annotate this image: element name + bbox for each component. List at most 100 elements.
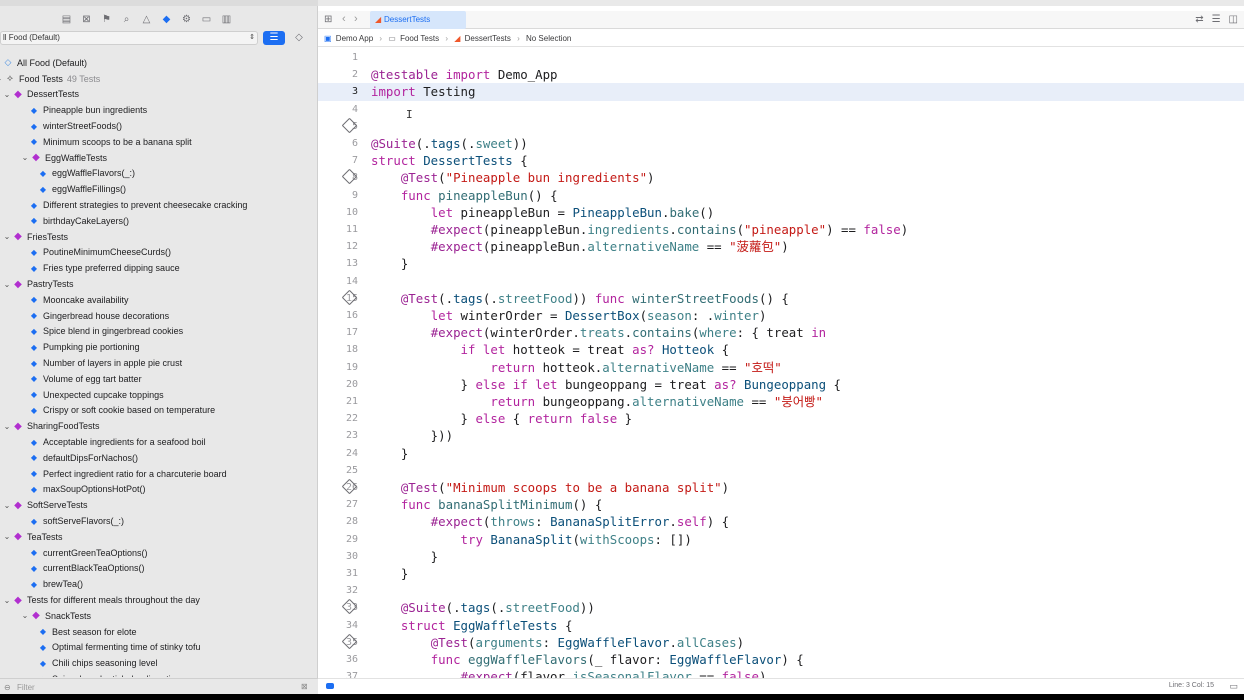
code-line[interactable]: 7 struct DessertTests { [318,152,1244,169]
suite-row[interactable]: ⌄ ◆ EggWaffleTests [20,150,107,166]
code-line[interactable]: 3 import Testing [318,83,1244,101]
test-row[interactable]: ◆ softServeFlavors(_:) [28,513,124,529]
test-row[interactable]: ◆ PoutineMinimumCheeseCurds() [28,245,171,261]
code-line[interactable]: 1 [318,49,1244,66]
test-plan-select[interactable]: ll Food (Default) ⇕ [0,31,258,45]
clear-filter-icon[interactable]: ⊠ [301,682,308,691]
breakpoint-icon[interactable]: ▭ [200,13,213,26]
code-line[interactable]: 22 } else { return false } [318,410,1244,427]
test-row[interactable]: ◆ Pineapple bun ingredients [28,102,147,118]
test-row[interactable]: ◆ Acceptable ingredients for a seafood bo… [28,434,206,450]
disclosure-chevron-icon[interactable]: ⌄ [2,501,12,510]
code-line[interactable]: 19 return hotteok.alternativeName == "호떡… [318,359,1244,376]
code-line[interactable]: 4 [318,101,1244,118]
bookmark-icon[interactable]: ⚑ [100,13,113,26]
code-line[interactable]: 2 @testable import Demo_App [318,66,1244,83]
code-line[interactable]: 6 @Suite(.tags(.sweet)) [318,135,1244,152]
test-row[interactable]: ◆ Crispy or soft cookie based on temperat… [28,403,215,419]
disclosure-chevron-icon[interactable]: ⌄ [20,611,30,620]
code-line[interactable]: 12 #expect(pineappleBun.alternativeName … [318,238,1244,255]
test-row[interactable]: ◆ currentBlackTeaOptions() [28,561,145,577]
disclosure-chevron-icon[interactable]: ⌄ [2,90,12,99]
test-row[interactable]: ◆ Number of layers in apple pie crust [28,355,182,371]
breadcrumb-file[interactable]: DessertTests [465,34,511,43]
breadcrumb-project[interactable]: Demo App [336,34,373,43]
disclosure-chevron-icon[interactable]: ⌄ [2,596,12,605]
suite-row[interactable]: ⌄ ◆ TeaTests [2,529,63,545]
suite-row[interactable]: ⌄ ◆ FriesTests [2,229,68,245]
related-items-grid-icon[interactable]: ⊞ [324,14,332,25]
navigate-back-icon[interactable]: ‹ [342,13,346,25]
code-line[interactable]: 8 @Test("Pineapple bun ingredients") [318,169,1244,186]
test-row[interactable]: ◆ Gingerbread house decorations [28,308,169,324]
code-line[interactable]: 11 #expect(pineappleBun.ingredients.cont… [318,221,1244,238]
code-line[interactable]: 23 })) [318,427,1244,444]
code-line[interactable]: 18 if let hotteok = treat as? Hotteok { [318,341,1244,358]
suite-row[interactable]: ⌄ ◆ Tests for different meals throughout t… [2,592,200,608]
issue-icon[interactable]: △ [140,13,153,26]
code-line[interactable]: 16 let winterOrder = DessertBox(season: … [318,307,1244,324]
code-line[interactable]: 25 [318,462,1244,479]
test-row[interactable]: ◆ maxSoupOptionsHotPot() [28,482,146,498]
code-line[interactable]: 29 try BananaSplit(withScoops: []) [318,531,1244,548]
suite-row[interactable]: ⌄ ◆ SoftServeTests [2,497,88,513]
filter-options-icon[interactable]: ⊖ [4,683,11,692]
code-line[interactable]: 13 } [318,255,1244,272]
code-line[interactable]: 10 let pineappleBun = PineappleBun.bake(… [318,204,1244,221]
test-row[interactable]: ◆ eggWaffleFillings() [37,181,126,197]
test-row[interactable]: ◆Spinach and artichoke dip ratio [37,671,176,677]
disclosure-chevron-icon[interactable]: ⌄ [2,232,12,241]
tab-desserttests[interactable]: ◢ DessertTests [370,11,466,29]
code-line[interactable]: 33 @Suite(.tags(.streetFood)) [318,599,1244,616]
code-line[interactable]: 32 [318,582,1244,599]
debug-area-toggle-icon[interactable]: ▭ [1229,681,1238,692]
tag-icon[interactable]: ◇ [292,31,306,45]
test-row[interactable]: ◆ Unexpected cupcake toppings [28,387,164,403]
project-navigator-icon[interactable]: ▤ [60,13,73,26]
source-editor[interactable]: 1 2 @testable import Demo_App 3 import Testi… [318,48,1244,678]
navigate-forward-icon[interactable]: › [354,13,358,25]
filter-input[interactable]: ⊖ Filter [4,682,308,693]
suite-row[interactable]: ⌄ ◆ DessertTests [2,87,79,103]
code-line[interactable]: 26 @Test("Minimum scoops to be a banana … [318,478,1244,496]
test-row[interactable]: ◆ Best season for elote [37,624,137,640]
code-line[interactable]: 14 [318,273,1244,290]
suite-row[interactable]: ⌄ ◆ PastryTests [2,276,74,292]
test-row[interactable]: ◆ defaultDipsForNachos() [28,450,138,466]
find-icon[interactable]: ⌕ [120,13,133,26]
code-line[interactable]: 17 #expect(winterOrder.treats.contains(w… [318,324,1244,341]
test-row[interactable]: ◆ Minimum scoops to be a banana split [28,134,192,150]
split-editor-icon[interactable]: ◫ [1229,14,1238,25]
code-line[interactable]: 37 #expect(flavor.isSeasonalFlavor == fa… [318,668,1244,678]
code-line[interactable]: 36 func eggWaffleFlavors(_ flavor: EggWa… [318,651,1244,668]
test-row[interactable]: ◆ birthdayCakeLayers() [28,213,129,229]
suite-row[interactable]: ⌄ ◆ SharingFoodTests [2,418,100,434]
breadcrumb-selection[interactable]: No Selection [526,34,571,43]
test-row[interactable]: ◆ Chili chips seasoning level [37,655,158,671]
filter-toggle-button[interactable]: ☰ [263,31,285,45]
test-row[interactable]: ◆ winterStreetFoods() [28,118,122,134]
disclosure-chevron-icon[interactable]: ⌄ [2,422,12,431]
code-line[interactable]: 31 } [318,565,1244,582]
code-line[interactable]: 30 } [318,548,1244,565]
test-row[interactable]: ◆ eggWaffleFlavors(_:) [37,166,135,182]
code-line[interactable]: 28 #expect(throws: BananaSplitError.self… [318,513,1244,530]
tree-row[interactable]: ◇ All Food (Default) [2,55,88,71]
source-control-icon[interactable]: ⊠ [80,13,93,26]
code-line[interactable]: 15 @Test(.tags(.streetFood)) func winter… [318,289,1244,307]
code-line[interactable]: 24 } [318,445,1244,462]
code-line[interactable]: 27 func bananaSplitMinimum() { [318,496,1244,513]
test-navigator-icon[interactable]: ◆ [160,13,173,26]
test-row[interactable]: ◆ Pumpking pie portioning [28,339,140,355]
code-line[interactable]: 5 [318,117,1244,135]
editor-options-icon[interactable]: ☰ [1212,14,1221,25]
test-row[interactable]: ◆ brewTea() [28,576,83,592]
test-row[interactable]: ◆ currentGreenTeaOptions() [28,545,148,561]
code-line[interactable]: 21 return bungeoppang.alternativeName ==… [318,393,1244,410]
test-row[interactable]: ◆ Mooncake availability [28,292,129,308]
disclosure-chevron-icon[interactable]: ⌄ [20,153,30,162]
tree-row[interactable]: ⌄⟡Food Tests49 Tests [0,71,100,87]
test-row[interactable]: ◆ Different strategies to prevent cheesec… [28,197,248,213]
test-row[interactable]: ◆ Volume of egg tart batter [28,371,142,387]
suite-row[interactable]: ⌄ ◆ SnackTests [20,608,91,624]
